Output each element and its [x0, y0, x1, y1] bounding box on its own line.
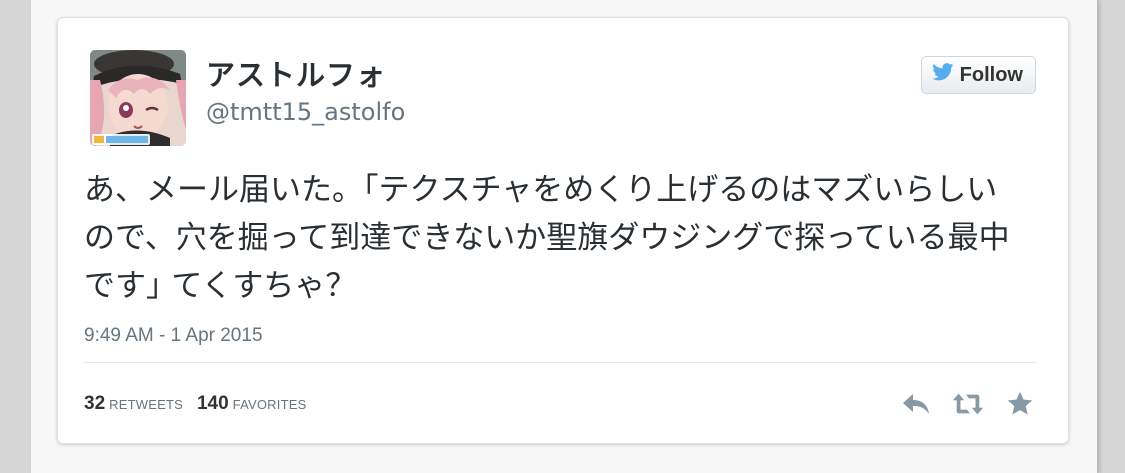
- favorites-count: 140: [196, 393, 229, 414]
- retweets-label: RETWEETS: [109, 397, 183, 412]
- page: アストルフォ @tmtt15_astolfo Follow あ、メール届いた。｢…: [0, 0, 1125, 473]
- twitter-bird-icon: [931, 63, 954, 87]
- retweets-stat[interactable]: 32 RETWEETS: [84, 393, 183, 415]
- favorites-label: FAVORITES: [232, 397, 307, 412]
- tweet-timestamp[interactable]: 9:49 AM - 1 Apr 2015: [84, 325, 263, 347]
- tweet-stats: 32 RETWEETS 140 FAVORITES: [84, 393, 306, 415]
- embedded-tweet-card: アストルフォ @tmtt15_astolfo Follow あ、メール届いた。｢…: [57, 17, 1069, 444]
- divider: [84, 362, 1036, 363]
- display-name[interactable]: アストルフォ: [206, 52, 386, 94]
- favorite-icon[interactable]: [1004, 388, 1036, 420]
- avatar[interactable]: [90, 50, 186, 146]
- screen-name[interactable]: @tmtt15_astolfo: [206, 98, 405, 126]
- tweet-actions: [900, 388, 1036, 420]
- reply-icon[interactable]: [900, 388, 932, 420]
- retweets-count: 32: [84, 393, 106, 414]
- favorites-stat[interactable]: 140 FAVORITES: [197, 393, 307, 415]
- follow-button-label: Follow: [959, 63, 1023, 86]
- follow-button[interactable]: Follow: [920, 56, 1036, 94]
- retweet-icon[interactable]: [952, 388, 984, 420]
- tweet-text: あ、メール届いた。｢テクスチャをめくり上げるのはマズいらしいので、穴を掘って到達…: [84, 172, 1010, 304]
- avatar-illustration: [90, 50, 186, 146]
